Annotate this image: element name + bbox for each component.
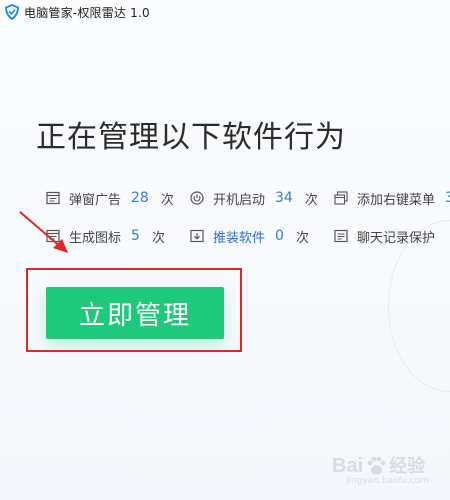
stat-count: 3 — [445, 190, 450, 206]
stat-label: 开机启动 — [213, 192, 266, 208]
stat-label: 聊天记录保护 — [357, 230, 436, 246]
stat-chat-history[interactable]: 聊天记录保护 — [334, 222, 450, 250]
stat-unit: 次 — [151, 230, 165, 246]
stat-label: 添加右键菜单 — [357, 192, 436, 208]
stat-count: 28 — [131, 190, 149, 206]
stat-label: 弹窗广告 — [69, 192, 122, 208]
stat-context-menu[interactable]: 添加右键菜单 3 — [334, 184, 450, 212]
app-window: 电脑管家-权限雷达 1.0 正在管理以下软件行为 弹窗广告 28 次 开机启动 … — [0, 0, 450, 500]
stat-unit: 次 — [304, 192, 318, 208]
watermark-brand-left: Bai — [332, 455, 364, 477]
baidu-jingyan-watermark: Bai 经验 jingyan.baidu.com — [332, 452, 429, 486]
page-heading: 正在管理以下软件行为 — [36, 120, 346, 155]
tencent-shield-icon — [4, 4, 20, 20]
stat-unit: 次 — [160, 192, 174, 208]
stat-label: 生成图标 — [69, 230, 122, 246]
download-box-icon — [190, 229, 204, 243]
stat-bundled-install[interactable]: 推装软件 0 次 — [190, 222, 309, 250]
annotation-arrow-icon — [19, 211, 68, 253]
title-bar: 电脑管家-权限雷达 1.0 — [0, 0, 450, 24]
stat-count: 5 — [131, 228, 140, 244]
stat-count: 0 — [275, 228, 284, 244]
window-icon — [46, 191, 60, 205]
chat-window-icon — [334, 229, 348, 243]
stat-count: 34 — [275, 190, 293, 206]
stat-startup[interactable]: 开机启动 34 次 — [190, 184, 318, 212]
paw-icon — [364, 454, 388, 478]
stacked-windows-icon — [334, 191, 348, 205]
manage-now-button[interactable]: 立即管理 — [46, 287, 224, 339]
watermark-url: jingyan.baidu.com — [346, 476, 430, 486]
watermark-brand-right: 经验 — [389, 456, 426, 477]
stat-label: 推装软件 — [213, 230, 266, 246]
power-icon — [190, 191, 204, 205]
stat-unit: 次 — [295, 230, 309, 246]
window-title: 电脑管家-权限雷达 1.0 — [24, 5, 150, 20]
